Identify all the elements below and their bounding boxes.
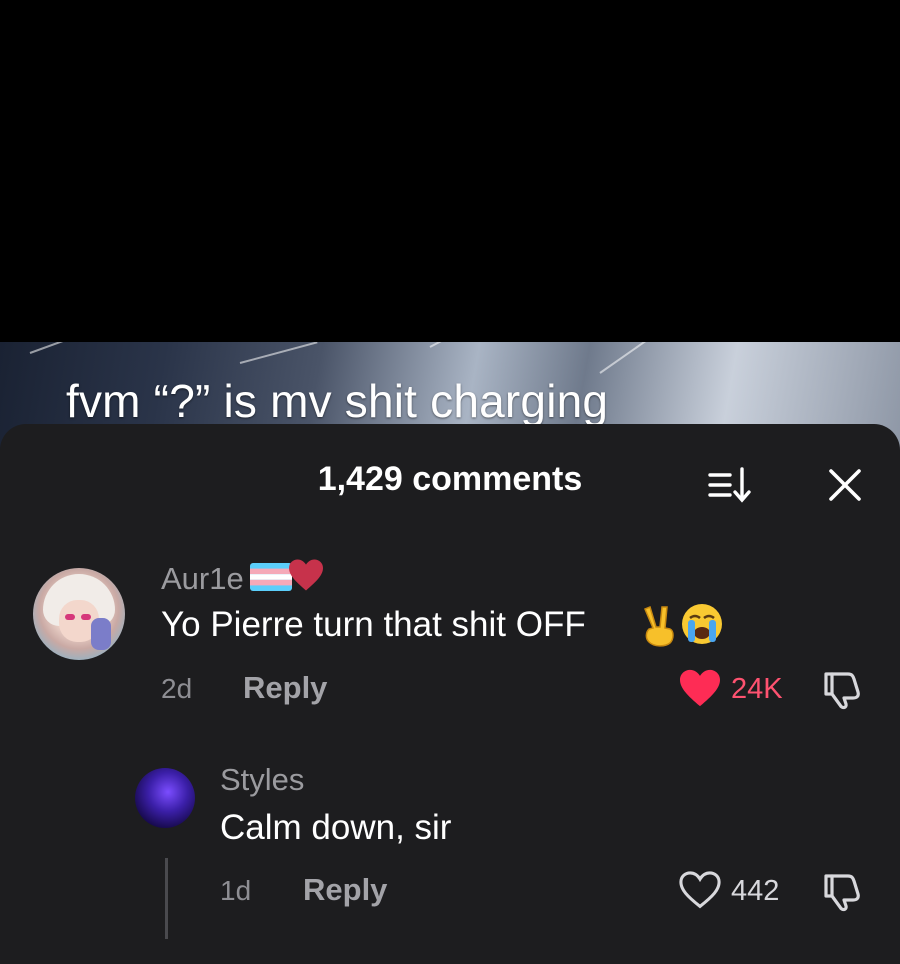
heart-outline-icon[interactable] — [678, 870, 722, 915]
heart-filled-icon[interactable] — [678, 668, 722, 713]
thread-line — [165, 858, 168, 939]
avatar[interactable] — [33, 568, 125, 660]
video-caption: fvm “?” is mv shit charging — [66, 375, 609, 427]
comment-username[interactable]: Styles — [220, 762, 304, 798]
avatar[interactable] — [135, 768, 195, 828]
comment-text: Yo Pierre turn that shit OFF — [161, 605, 586, 644]
username-text: Aur1e — [161, 561, 244, 596]
like-count: 24K — [731, 673, 783, 705]
comment-text: Calm down, sir — [220, 808, 452, 847]
red-heart-icon — [287, 558, 325, 597]
sort-comments-icon[interactable] — [706, 463, 756, 507]
like-count: 442 — [731, 875, 780, 907]
victory-hand-icon — [640, 603, 680, 652]
dislike-icon[interactable] — [822, 668, 866, 715]
comment-username[interactable]: Aur1e — [161, 561, 244, 597]
close-icon[interactable] — [822, 462, 868, 508]
video-player-black-area[interactable] — [0, 0, 900, 342]
comments-count-title: 1,429 comments — [317, 460, 583, 498]
comment-timestamp: 1d — [220, 875, 252, 906]
loudly-crying-face-icon — [680, 602, 724, 651]
reply-button[interactable]: Reply — [303, 872, 387, 908]
reply-button[interactable]: Reply — [243, 670, 327, 706]
comment-timestamp: 2d — [161, 673, 193, 704]
transgender-flag-icon — [250, 563, 292, 596]
dislike-icon[interactable] — [822, 870, 866, 917]
